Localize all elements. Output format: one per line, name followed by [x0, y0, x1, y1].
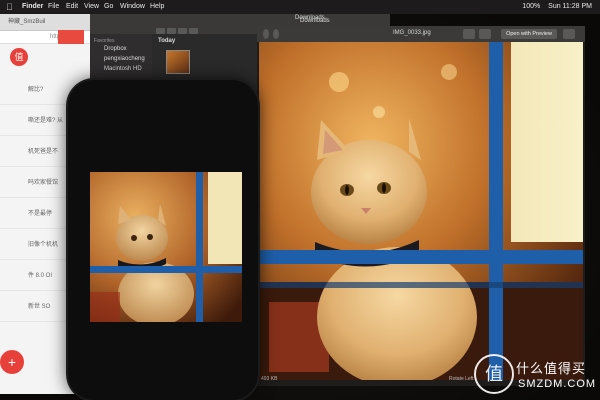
- sidebar-item-home[interactable]: pengxiaocheng: [104, 56, 145, 62]
- sidebar-item-dropbox[interactable]: Dropbox: [104, 46, 127, 52]
- browser-tabbar: 神藏_SmzBuil: [0, 14, 90, 31]
- menu-view[interactable]: View: [84, 0, 99, 14]
- smartphone: [68, 80, 258, 400]
- watermark-cn: 什么值得买: [516, 362, 587, 377]
- downloads-label: Downloads: [295, 15, 325, 21]
- menubar-app-name[interactable]: Finder: [22, 0, 43, 14]
- list-item-text: 新世 SO: [28, 304, 51, 310]
- browser-tab[interactable]: 神藏_SmzBuil: [8, 16, 45, 25]
- menu-window[interactable]: Window: [120, 0, 145, 14]
- site-logo: 值: [10, 48, 28, 66]
- share-icon[interactable]: [463, 29, 475, 39]
- file-name: IMG_0033.jpg: [393, 30, 431, 36]
- icon-view-button[interactable]: [156, 28, 165, 34]
- quicklook-titlebar: IMG_0033.jpg Open with Preview: [257, 26, 585, 42]
- view-buttons: [156, 21, 200, 39]
- cat-photo: [259, 42, 583, 380]
- menu-edit[interactable]: Edit: [66, 0, 78, 14]
- list-item-text: 吗欢家餐馆: [28, 180, 59, 186]
- list-item-text: 机死爸是不: [28, 149, 59, 155]
- fullscreen-icon[interactable]: [273, 29, 279, 39]
- open-with-preview-button[interactable]: Open with Preview: [501, 29, 557, 39]
- watermark-logo-char: 值: [485, 364, 503, 384]
- sidebar-item-macintosh-hd[interactable]: Macintosh HD: [104, 66, 142, 72]
- file-size: 493 KB: [261, 376, 278, 382]
- file-thumbnail[interactable]: [166, 50, 190, 74]
- mac-menubar:  Finder File Edit View Go Window Help 1…: [0, 0, 600, 14]
- section-today: Today: [158, 38, 176, 44]
- markup-icon[interactable]: [479, 29, 491, 39]
- cat-photo-svg: [259, 42, 583, 380]
- red-panel-edge: [58, 30, 84, 44]
- apple-icon[interactable]: : [6, 0, 13, 14]
- menu-go[interactable]: Go: [104, 0, 113, 14]
- column-view-button[interactable]: [178, 28, 187, 34]
- list-item-text: 嘶还是难? 从: [28, 118, 64, 124]
- rotate-left-button[interactable]: Rotate Left: [449, 376, 473, 382]
- list-item-text: 不是最停: [28, 211, 53, 217]
- sidebar-heading: Favorites: [94, 38, 115, 44]
- list-item-text: 旧像个机机: [28, 242, 59, 248]
- menubar-status: 100% Sun 11:28 PM: [516, 0, 592, 14]
- gallery-view-button[interactable]: [189, 28, 198, 34]
- list-item-text: 件 8.0 OI: [28, 273, 53, 279]
- photo-scene:  Finder File Edit View Go Window Help 1…: [0, 0, 600, 400]
- menubar-clock[interactable]: Sun 11:28 PM: [548, 3, 592, 10]
- menu-file[interactable]: File: [48, 0, 59, 14]
- list-item-text: 解比?: [28, 87, 44, 93]
- menu-help[interactable]: Help: [150, 0, 164, 14]
- list-view-button[interactable]: [167, 28, 176, 34]
- watermark-en: SMZDM.COM: [518, 378, 597, 390]
- share-button-icon[interactable]: [563, 29, 575, 39]
- quicklook-window: IMG_0033.jpg Open with Preview Downloads…: [257, 15, 585, 386]
- battery-percent: 100%: [522, 3, 541, 10]
- watermark-logo-icon: 值: [474, 354, 514, 394]
- phone-screen-photo: [90, 172, 242, 322]
- close-icon[interactable]: [263, 29, 269, 39]
- add-fab-button[interactable]: +: [0, 350, 24, 374]
- phone-photo-svg: [90, 172, 242, 322]
